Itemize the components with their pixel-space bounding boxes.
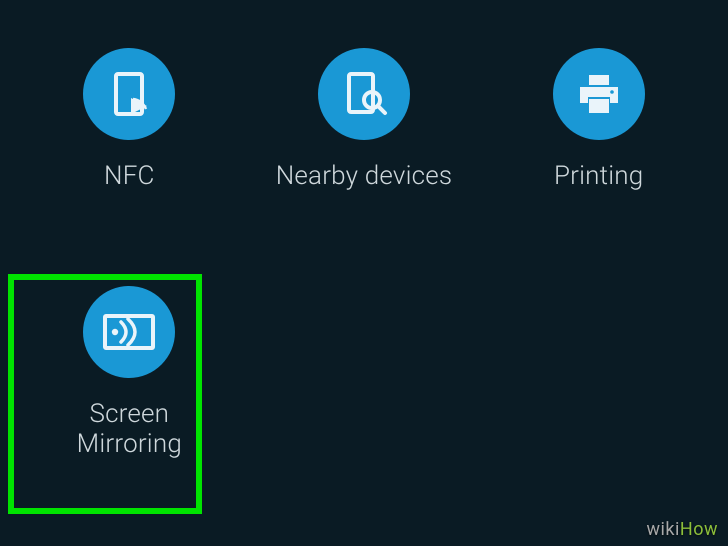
nfc-label: NFC [104, 162, 155, 192]
screen-mirroring-label: Screen Mirroring [77, 400, 182, 460]
watermark-how: How [680, 519, 718, 540]
empty-tile-2 [481, 286, 716, 496]
nfc-icon [83, 48, 175, 140]
nearby-devices-icon [318, 48, 410, 140]
nearby-devices-tile[interactable]: Nearby devices [247, 48, 482, 258]
screen-mirroring-tile[interactable]: Screen Mirroring [12, 286, 247, 496]
screen-mirroring-icon [83, 286, 175, 378]
printing-label: Printing [554, 162, 643, 192]
printing-icon [553, 48, 645, 140]
nearby-devices-label: Nearby devices [276, 162, 453, 192]
empty-tile-1 [247, 286, 482, 496]
watermark-wiki: wiki [646, 519, 679, 540]
wikihow-watermark: wikiHow [646, 519, 718, 540]
settings-tile-grid: NFC Nearby devices Printing [0, 0, 728, 496]
nfc-tile[interactable]: NFC [12, 48, 247, 258]
printing-tile[interactable]: Printing [481, 48, 716, 258]
